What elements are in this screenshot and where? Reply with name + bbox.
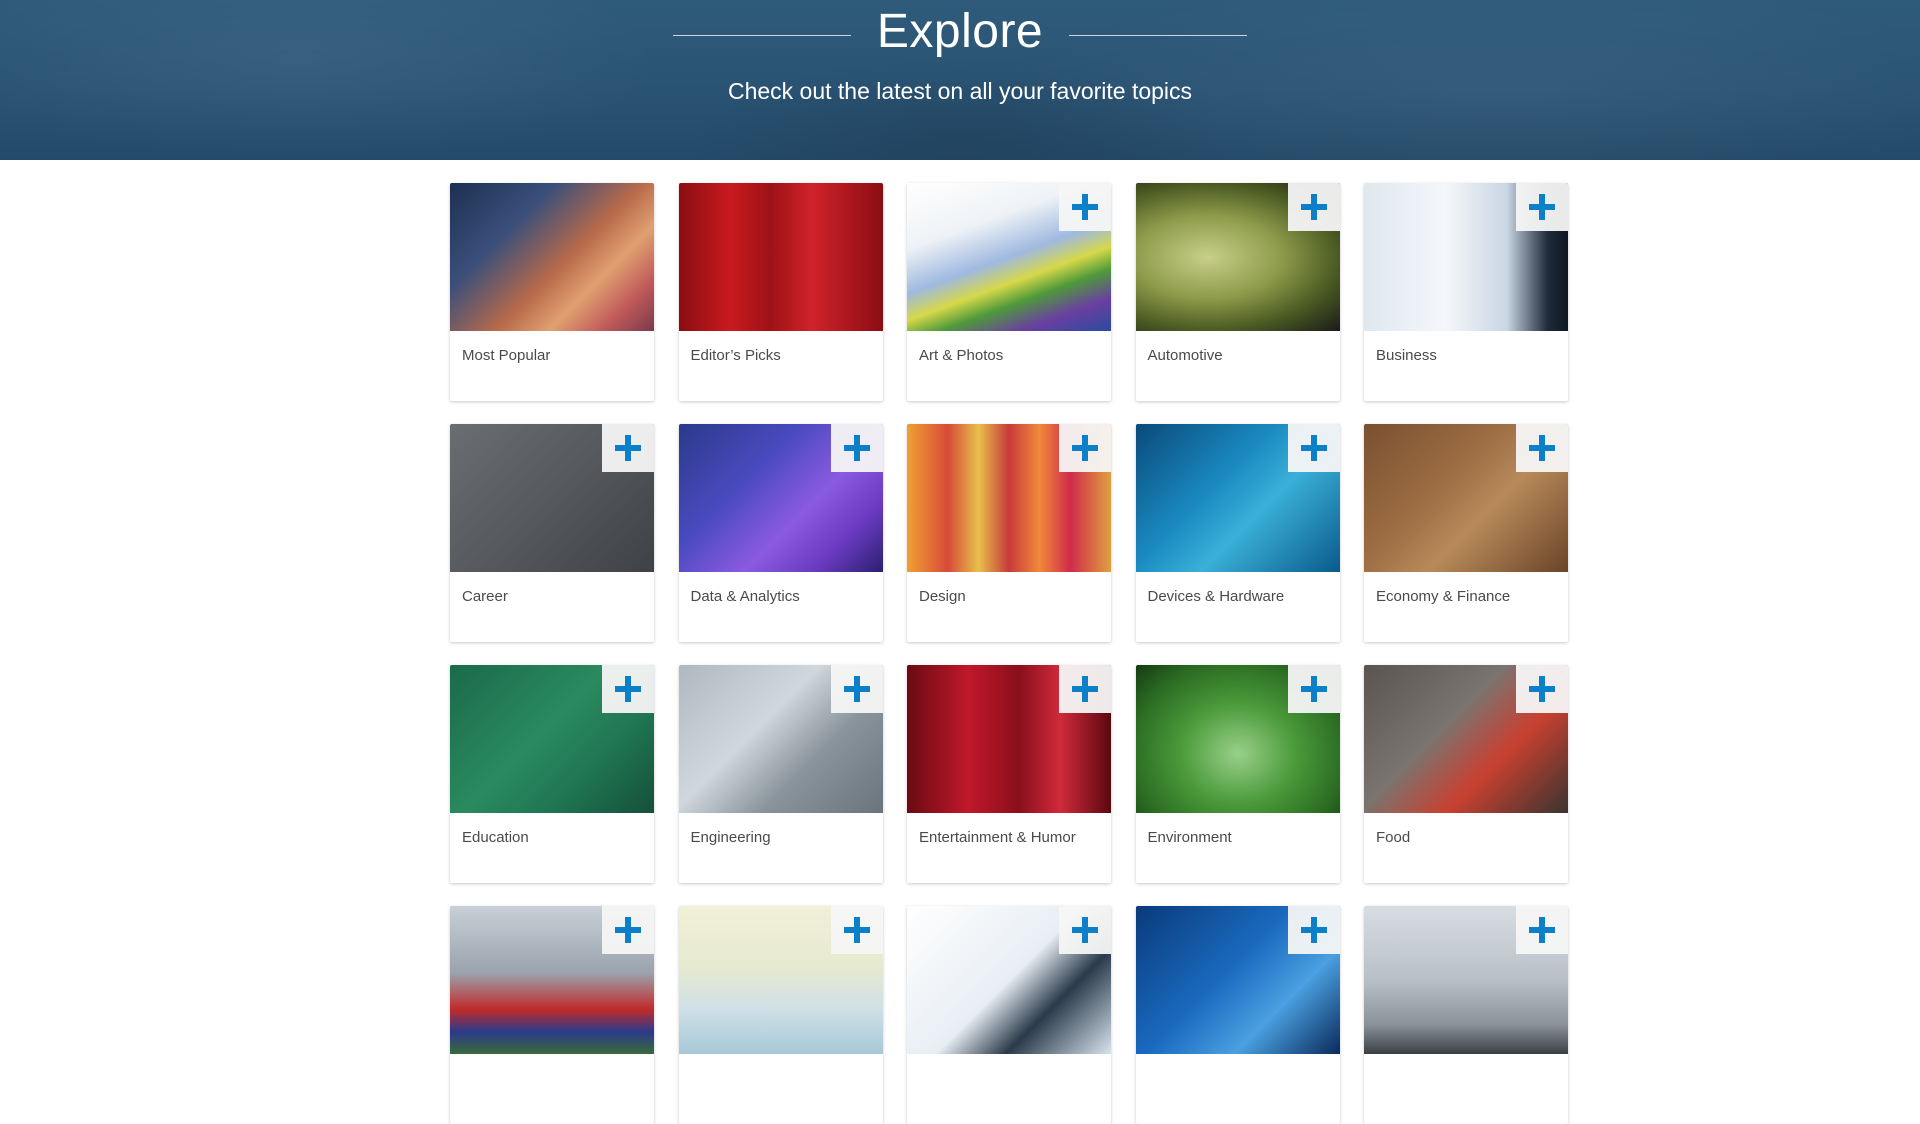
follow-topic-button[interactable] (602, 665, 654, 713)
follow-topic-button[interactable] (1287, 665, 1340, 713)
topic-label[interactable]: Career (462, 588, 508, 605)
follow-topic-button[interactable] (1059, 424, 1111, 472)
plus-icon (1529, 917, 1555, 943)
follow-topic-button[interactable] (602, 906, 654, 954)
explore-hero-banner: Explore Check out the latest on all your… (0, 0, 1920, 160)
page-subtitle: Check out the latest on all your favorit… (727, 78, 1193, 104)
follow-topic-button[interactable] (1516, 183, 1568, 231)
topic-grid: Most Popular Editor’s Picks Art & Photos Au… (450, 183, 1568, 1124)
topic-card[interactable] (1364, 906, 1568, 1124)
plus-icon (843, 917, 870, 943)
topic-label[interactable]: Food (1376, 829, 1410, 846)
follow-topic-button[interactable] (1059, 906, 1111, 954)
plus-icon (1300, 194, 1327, 220)
topic-label[interactable]: Design (919, 588, 966, 605)
topic-card[interactable] (450, 906, 654, 1124)
page-title: Explore (876, 5, 1044, 58)
topic-card[interactable]: Art & Photos (907, 183, 1111, 401)
topic-card[interactable]: Most Popular (450, 183, 654, 401)
follow-topic-button[interactable] (1516, 906, 1568, 954)
topic-card[interactable]: Devices & Hardware (1135, 424, 1340, 642)
topic-label[interactable]: Art & Photos (919, 347, 1003, 364)
topic-card[interactable]: Engineering (678, 665, 883, 883)
plus-icon (843, 676, 870, 702)
plus-icon (1072, 435, 1098, 461)
follow-topic-button[interactable] (1516, 665, 1568, 713)
follow-topic-button[interactable] (830, 424, 883, 472)
topic-card[interactable]: Entertainment & Humor (907, 665, 1111, 883)
topic-label[interactable]: Most Popular (462, 347, 550, 364)
plus-icon (615, 676, 641, 702)
topic-card[interactable]: Editor’s Picks (678, 183, 883, 401)
topic-label[interactable]: Entertainment & Humor (919, 829, 1076, 846)
topic-card[interactable]: Environment (1135, 665, 1340, 883)
topic-label[interactable]: Environment (1148, 829, 1232, 846)
plus-icon (1300, 917, 1327, 943)
topic-card[interactable]: Data & Analytics (678, 424, 883, 642)
topic-card[interactable]: Business (1364, 183, 1568, 401)
follow-topic-button[interactable] (1059, 665, 1111, 713)
topic-card[interactable]: Education (450, 665, 654, 883)
topic-card[interactable]: Design (907, 424, 1111, 642)
topic-card[interactable]: Economy & Finance (1364, 424, 1568, 642)
topic-card[interactable] (678, 906, 883, 1124)
plus-icon (1072, 676, 1098, 702)
topic-label[interactable]: Engineering (691, 829, 771, 846)
hero-title-row: Explore (0, 2, 1920, 62)
topic-label[interactable]: Business (1376, 347, 1437, 364)
topic-label[interactable]: Editor’s Picks (691, 347, 781, 364)
follow-topic-button[interactable] (1287, 906, 1340, 954)
follow-topic-button[interactable] (602, 424, 654, 472)
follow-topic-button[interactable] (1516, 424, 1568, 472)
hero-title-rule-right (1069, 34, 1248, 36)
plus-icon (615, 917, 641, 943)
plus-icon (1300, 435, 1327, 461)
topic-card[interactable] (907, 906, 1111, 1124)
plus-icon (1529, 194, 1555, 220)
plus-icon (1529, 676, 1555, 702)
topic-card[interactable]: Automotive (1135, 183, 1340, 401)
topic-image-presenter-at-conference[interactable] (450, 183, 654, 331)
plus-icon (1072, 917, 1098, 943)
topic-card[interactable]: Career (450, 424, 654, 642)
topic-label[interactable]: Data & Analytics (691, 588, 800, 605)
plus-icon (843, 435, 870, 461)
follow-topic-button[interactable] (1059, 183, 1111, 231)
hero-title-rule-left (672, 34, 851, 36)
topic-label[interactable]: Devices & Hardware (1148, 588, 1285, 605)
plus-icon (1529, 435, 1555, 461)
topic-image-star-trophy-red-curtain[interactable] (678, 183, 883, 331)
plus-icon (615, 435, 641, 461)
follow-topic-button[interactable] (1287, 424, 1340, 472)
topic-card[interactable] (1135, 906, 1340, 1124)
topic-label[interactable]: Automotive (1148, 347, 1223, 364)
follow-topic-button[interactable] (830, 906, 883, 954)
topic-label[interactable]: Education (462, 829, 529, 846)
topic-card[interactable]: Food (1364, 665, 1568, 883)
plus-icon (1072, 194, 1098, 220)
topic-label[interactable]: Economy & Finance (1376, 588, 1510, 605)
follow-topic-button[interactable] (830, 665, 883, 713)
follow-topic-button[interactable] (1287, 183, 1340, 231)
plus-icon (1300, 676, 1327, 702)
